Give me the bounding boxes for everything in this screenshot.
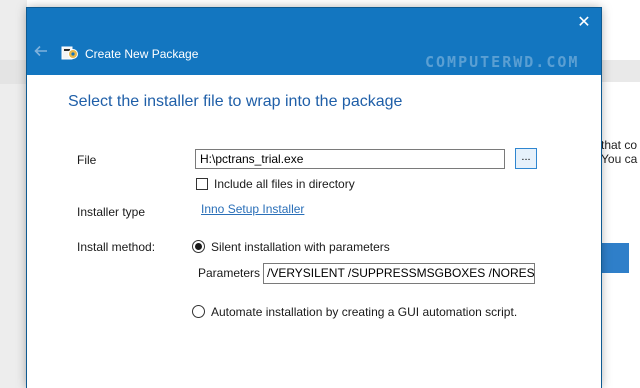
installer-type-link[interactable]: Inno Setup Installer <box>201 202 304 216</box>
close-button[interactable]: ✕ <box>575 14 593 32</box>
background-blue-button <box>601 243 629 273</box>
background-band <box>0 60 27 84</box>
page-heading: Select the installer file to wrap into t… <box>68 93 403 110</box>
install-method-label: Install method: <box>77 240 156 254</box>
package-gear-icon <box>61 46 78 60</box>
background-text-1: that co <box>601 138 638 152</box>
background-right-panel: that co You ca <box>601 0 640 388</box>
include-all-files-label[interactable]: Include all files in directory <box>214 177 355 191</box>
browse-button[interactable]: ... <box>515 148 537 169</box>
silent-install-radio[interactable] <box>192 240 205 253</box>
dialog-titlebar: ✕ Create New Package COMPUTERWD.COM <box>27 8 601 75</box>
back-button[interactable] <box>33 43 49 59</box>
file-label: File <box>77 153 97 167</box>
close-icon: ✕ <box>577 14 591 31</box>
file-path-field[interactable]: H:\pctrans_trial.exe <box>195 149 505 169</box>
dialog-title: Create New Package <box>85 47 199 61</box>
create-package-dialog: ✕ Create New Package COMPUTERWD.COM Sele… <box>27 8 601 388</box>
automate-install-radio[interactable] <box>192 305 205 318</box>
arrow-left-icon <box>34 45 47 57</box>
automate-install-label[interactable]: Automate installation by creating a GUI … <box>211 305 517 319</box>
radio-selected-dot <box>195 243 202 250</box>
parameters-label: Parameters <box>198 266 261 280</box>
parameters-field[interactable]: /VERYSILENT /SUPPRESSMSGBOXES /NORESTART <box>263 263 535 284</box>
background-left-strip <box>0 0 27 388</box>
installer-type-label: Installer type <box>77 205 146 219</box>
watermark: COMPUTERWD.COM <box>425 53 580 71</box>
background-header-band <box>601 60 640 82</box>
include-all-files-checkbox[interactable] <box>196 178 208 190</box>
silent-install-label[interactable]: Silent installation with parameters <box>211 240 390 254</box>
background-text-2: You ca <box>601 152 638 166</box>
